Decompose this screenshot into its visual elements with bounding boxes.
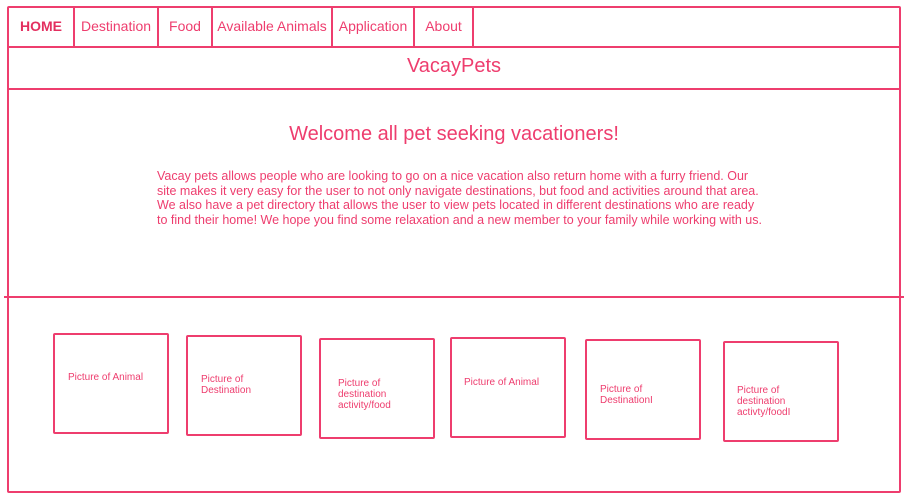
card-label: Picture of destination activty/foodI xyxy=(737,385,791,418)
card-label: Picture of Animal xyxy=(464,377,540,388)
gallery-card-destination-1[interactable]: Picture of Destination xyxy=(186,335,302,436)
nav-food[interactable]: Food xyxy=(159,8,213,46)
hero-section: Welcome all pet seeking vacationers! Vac… xyxy=(9,90,899,304)
site-title: VacayPets xyxy=(9,48,899,90)
hero-description: Vacay pets allows people who are looking… xyxy=(157,169,762,227)
card-label: Picture of DestinationI xyxy=(600,384,653,406)
card-label: Picture of Destination xyxy=(201,374,252,396)
gallery-card-activity-1[interactable]: Picture of destination activity/food xyxy=(319,338,435,439)
nav-destination[interactable]: Destination xyxy=(75,8,159,46)
nav-available-animals[interactable]: Available Animals xyxy=(213,8,333,46)
gallery-card-destination-2[interactable]: Picture of DestinationI xyxy=(585,339,701,440)
card-label: Picture of Animal xyxy=(68,372,144,383)
card-label: Picture of destination activity/food xyxy=(338,378,391,411)
gallery-card-animal-1[interactable]: Picture of Animal xyxy=(53,333,169,434)
gallery-card-animal-2[interactable]: Picture of Animal xyxy=(450,337,566,438)
hero-heading: Welcome all pet seeking vacationers! xyxy=(289,123,619,145)
nav-about[interactable]: About xyxy=(415,8,474,46)
nav-application[interactable]: Application xyxy=(333,8,415,46)
section-divider xyxy=(4,296,904,298)
gallery-card-activity-2[interactable]: Picture of destination activty/foodI xyxy=(723,341,839,442)
top-nav: HOME Destination Food Available Animals … xyxy=(9,8,899,48)
nav-home[interactable]: HOME xyxy=(9,8,75,46)
